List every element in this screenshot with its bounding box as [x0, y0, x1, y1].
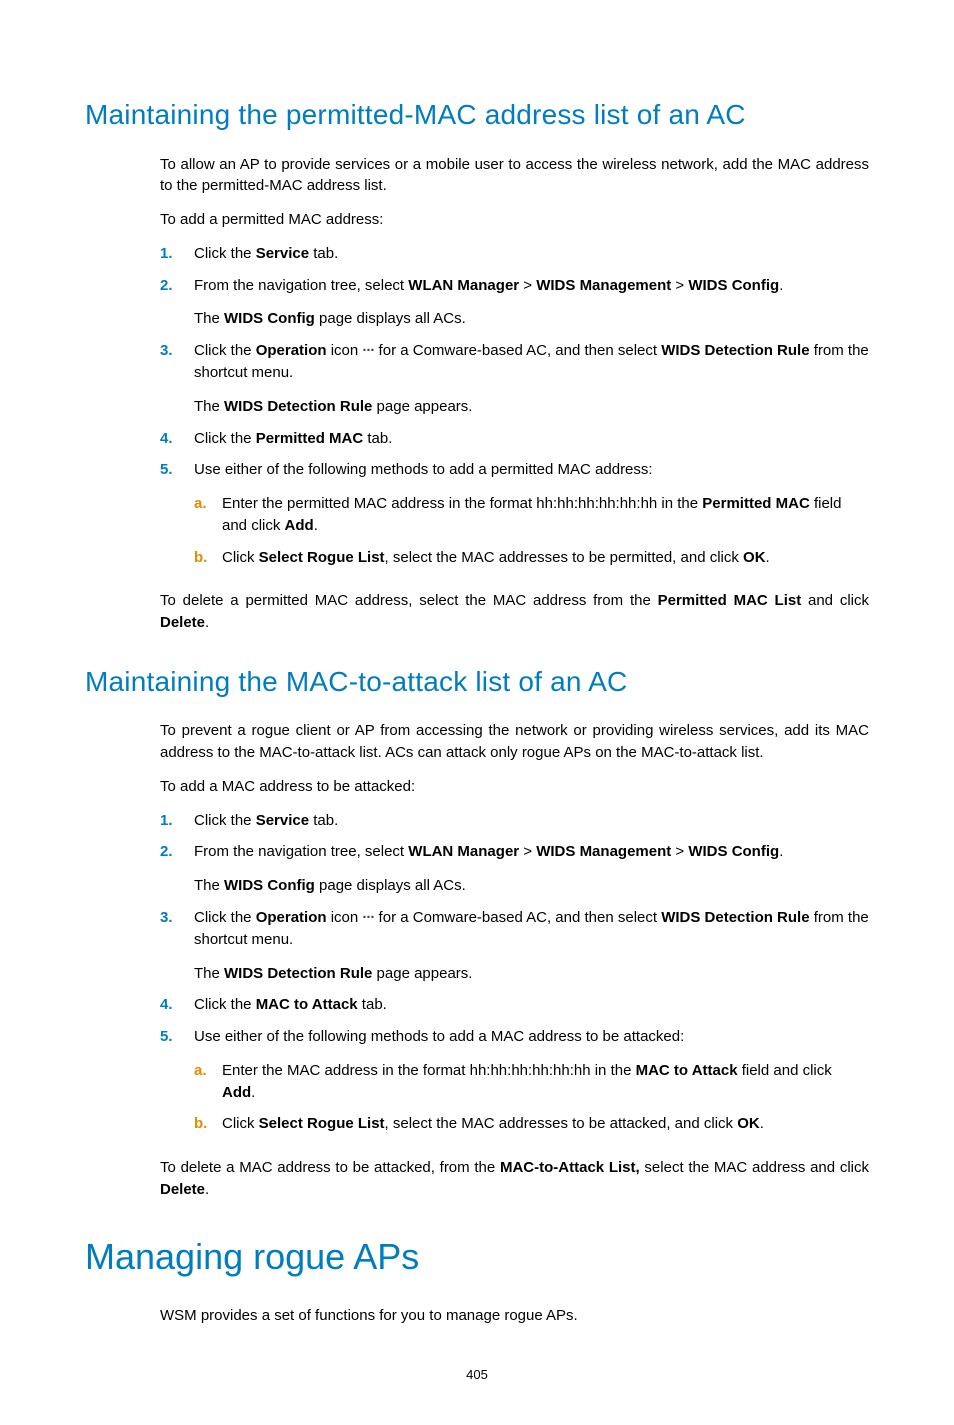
step-text: From the navigation tree, select WLAN Ma…	[194, 841, 869, 863]
step-item: 4. Click the MAC to Attack tab.	[160, 994, 869, 1016]
step-item: 5. Use either of the following methods t…	[160, 1026, 869, 1145]
step-text: Click the Service tab.	[194, 810, 869, 832]
operation-dots-icon: ···	[362, 907, 374, 929]
outro-paragraph: To delete a MAC address to be attacked, …	[160, 1157, 869, 1201]
heading-managing-rogue-aps: Managing rogue APs	[85, 1231, 869, 1283]
step-text: The WIDS Config page displays all ACs.	[194, 875, 869, 897]
step-text: Use either of the following methods to a…	[194, 1026, 869, 1048]
step-item: 2. From the navigation tree, select WLAN…	[160, 841, 869, 897]
step-text: Click the Permitted MAC tab.	[194, 428, 869, 450]
substep-item: b. Click Select Rogue List, select the M…	[194, 547, 869, 569]
step-number: 5.	[160, 1026, 194, 1145]
lead-paragraph: To add a MAC address to be attacked:	[160, 776, 869, 798]
page-number: 405	[85, 1366, 869, 1385]
step-text: Click the Operation icon ··· for a Comwa…	[194, 340, 869, 384]
step-text: Click the Service tab.	[194, 243, 869, 265]
substeps: a. Enter the MAC address in the format h…	[194, 1060, 869, 1135]
heading-permitted-mac: Maintaining the permitted-MAC address li…	[85, 95, 869, 136]
step-number: 4.	[160, 994, 194, 1016]
intro-paragraph: WSM provides a set of functions for you …	[160, 1305, 869, 1327]
ordered-steps: 1. Click the Service tab. 2. From the na…	[160, 810, 869, 1145]
step-item: 2. From the navigation tree, select WLAN…	[160, 275, 869, 331]
step-text: Click the MAC to Attack tab.	[194, 994, 869, 1016]
outro-paragraph: To delete a permitted MAC address, selec…	[160, 590, 869, 634]
step-number: 3.	[160, 907, 194, 984]
substep-item: b. Click Select Rogue List, select the M…	[194, 1113, 869, 1135]
step-text: The WIDS Detection Rule page appears.	[194, 396, 869, 418]
step-text: The WIDS Detection Rule page appears.	[194, 963, 869, 985]
step-text: Use either of the following methods to a…	[194, 459, 869, 481]
heading-mac-to-attack: Maintaining the MAC-to-attack list of an…	[85, 662, 869, 703]
step-number: 1.	[160, 810, 194, 832]
step-text: Click the Operation icon ··· for a Comwa…	[194, 907, 869, 951]
lead-paragraph: To add a permitted MAC address:	[160, 209, 869, 231]
step-item: 1. Click the Service tab.	[160, 243, 869, 265]
step-number: 3.	[160, 340, 194, 417]
step-number: 4.	[160, 428, 194, 450]
step-text: The WIDS Config page displays all ACs.	[194, 308, 869, 330]
step-number: 5.	[160, 459, 194, 578]
intro-paragraph: To allow an AP to provide services or a …	[160, 154, 869, 198]
substeps: a. Enter the permitted MAC address in th…	[194, 493, 869, 568]
substep-letter: a.	[194, 1060, 222, 1104]
step-item: 3. Click the Operation icon ··· for a Co…	[160, 907, 869, 984]
step-number: 1.	[160, 243, 194, 265]
step-item: 5. Use either of the following methods t…	[160, 459, 869, 578]
substep-text: Click Select Rogue List, select the MAC …	[222, 1113, 869, 1135]
intro-paragraph: To prevent a rogue client or AP from acc…	[160, 720, 869, 764]
step-number: 2.	[160, 841, 194, 897]
step-item: 4. Click the Permitted MAC tab.	[160, 428, 869, 450]
substep-item: a. Enter the MAC address in the format h…	[194, 1060, 869, 1104]
operation-dots-icon: ···	[362, 340, 374, 362]
step-item: 1. Click the Service tab.	[160, 810, 869, 832]
substep-text: Enter the permitted MAC address in the f…	[222, 493, 869, 537]
substep-text: Click Select Rogue List, select the MAC …	[222, 547, 869, 569]
ordered-steps: 1. Click the Service tab. 2. From the na…	[160, 243, 869, 578]
substep-item: a. Enter the permitted MAC address in th…	[194, 493, 869, 537]
substep-letter: a.	[194, 493, 222, 537]
substep-text: Enter the MAC address in the format hh:h…	[222, 1060, 869, 1104]
step-item: 3. Click the Operation icon ··· for a Co…	[160, 340, 869, 417]
step-text: From the navigation tree, select WLAN Ma…	[194, 275, 869, 297]
substep-letter: b.	[194, 1113, 222, 1135]
substep-letter: b.	[194, 547, 222, 569]
step-number: 2.	[160, 275, 194, 331]
